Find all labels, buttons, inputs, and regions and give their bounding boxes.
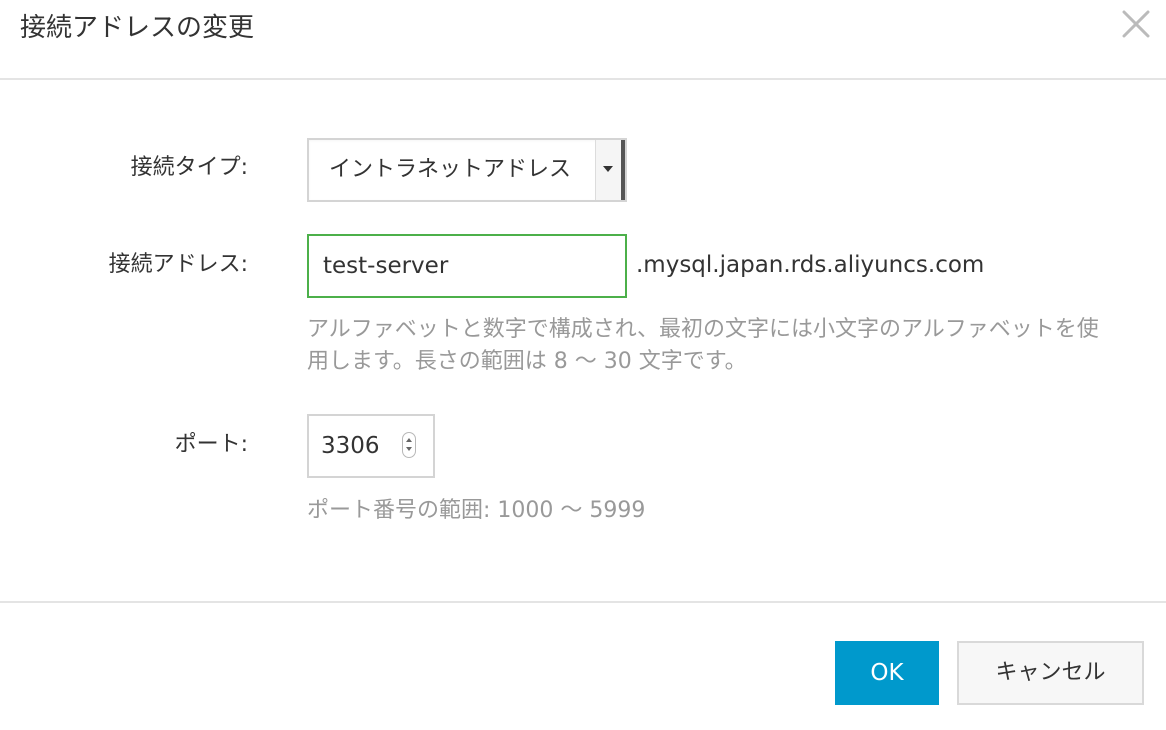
connection-address-label: 接続アドレス: [108, 252, 248, 277]
port-input[interactable]: 3306 [307, 414, 435, 478]
connection-address-value: test-server [323, 253, 449, 279]
port-help-text: ポート番号の範囲: 1000 〜 5999 [307, 498, 646, 523]
port-stepper-icon[interactable] [402, 432, 416, 458]
connection-type-selected-value: イントラネットアドレス [329, 157, 572, 182]
close-icon[interactable] [1118, 6, 1154, 42]
connection-type-label: 接続タイプ: [130, 155, 248, 180]
dialog-title: 接続アドレスの変更 [20, 13, 255, 43]
address-help-text-line1: アルファベットと数字で構成され、最初の文字には小文字のアルファベットを使 [307, 317, 1099, 342]
domain-suffix: .mysql.japan.rds.aliyuncs.com [636, 252, 985, 278]
address-help-text-line2: 用します。長さの範囲は 8 〜 30 文字です。 [307, 349, 747, 374]
stepper-down-icon [406, 447, 412, 451]
footer-divider [0, 601, 1166, 603]
cancel-button[interactable]: キャンセル [957, 641, 1144, 705]
change-connection-address-dialog: 接続アドレスの変更 接続タイプ: イントラネットアドレス 接続アドレス: tes… [0, 0, 1166, 730]
port-label: ポート: [174, 432, 248, 457]
dialog-header: 接続アドレスの変更 [0, 0, 1166, 80]
connection-address-input[interactable]: test-server [307, 234, 627, 298]
connection-type-select[interactable]: イントラネットアドレス [307, 138, 627, 202]
ok-button[interactable]: OK [835, 641, 939, 705]
stepper-up-icon [406, 438, 412, 442]
port-value: 3306 [321, 433, 380, 459]
select-dropdown-button[interactable] [595, 140, 625, 200]
chevron-down-icon [603, 166, 613, 172]
